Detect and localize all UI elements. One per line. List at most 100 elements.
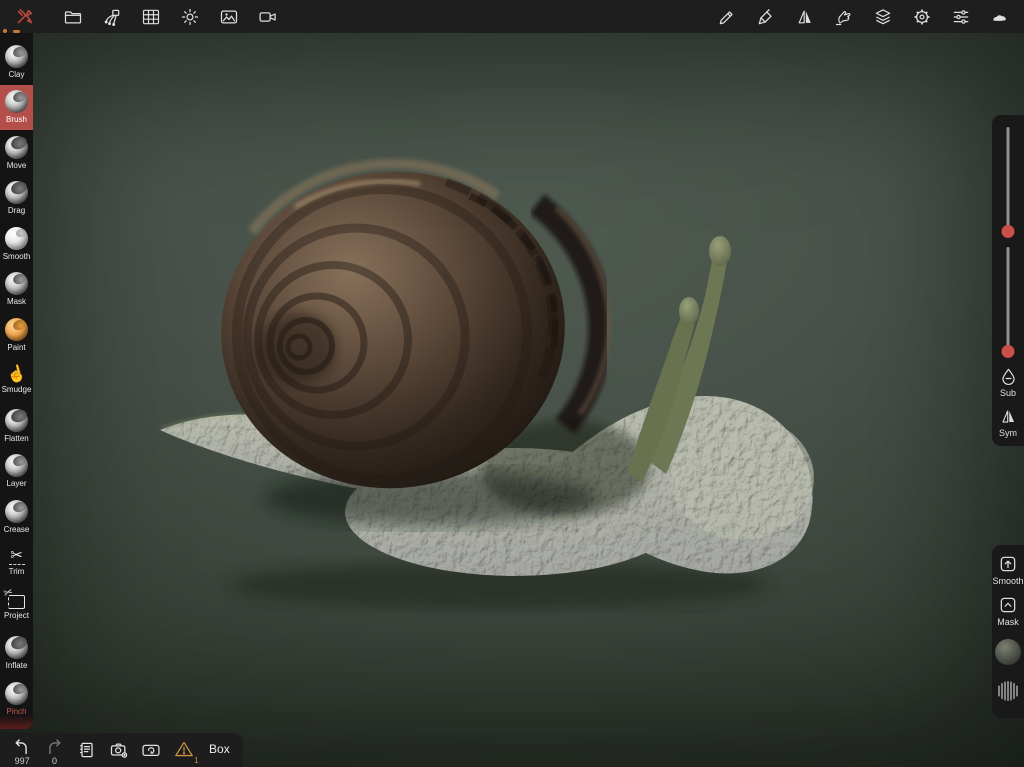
sliders-icon[interactable] <box>949 5 973 29</box>
tool-label: Trim <box>9 568 25 576</box>
tool-label: Smooth <box>3 253 31 261</box>
intensity-slider-track <box>1007 247 1010 348</box>
notification-marks <box>3 29 20 33</box>
notification-dash <box>13 30 20 33</box>
tool-layer[interactable]: Layer <box>0 449 33 495</box>
tool-label: Brush <box>6 116 27 124</box>
intensity-slider-knob[interactable] <box>1002 345 1015 358</box>
box-mode-label: Box <box>209 742 230 756</box>
layers-icon[interactable] <box>871 5 895 29</box>
camera-gear-icon <box>109 740 129 760</box>
paint-tool-icon <box>5 318 28 341</box>
undo-button[interactable]: 997 <box>6 736 38 766</box>
tool-label: Paint <box>7 344 25 352</box>
app-logo-tools-icon[interactable] <box>12 5 36 29</box>
smudge-tool-icon: ☝ <box>5 364 28 385</box>
pinch-tool-icon <box>5 682 28 705</box>
mask-shortcut-button[interactable]: Mask <box>997 595 1019 627</box>
box-up-arrow-icon <box>998 554 1018 574</box>
sym-toggle-button[interactable]: Sym <box>999 407 1018 438</box>
folder-icon[interactable] <box>61 5 85 29</box>
topbar-left-group <box>12 5 280 29</box>
hand-gesture-icon[interactable] <box>832 5 856 29</box>
tool-label: Inflate <box>6 662 28 670</box>
symmetry-icon[interactable] <box>793 5 817 29</box>
snail-model <box>0 33 1024 767</box>
tool-label: Layer <box>6 480 26 488</box>
topbar-right-group <box>715 5 1012 29</box>
paintbrush-icon[interactable] <box>754 5 778 29</box>
undo-arrow-icon <box>12 738 32 756</box>
clay-tool-icon <box>5 45 28 68</box>
brush-settings-panel: Sub Sym <box>992 115 1024 446</box>
crease-tool-icon <box>5 500 28 523</box>
redo-arrow-icon <box>44 738 64 756</box>
warning-count: 1 <box>194 756 198 765</box>
scene-graph-icon[interactable] <box>100 5 124 29</box>
top-toolbar <box>0 0 1024 33</box>
move-tool-icon <box>5 136 28 159</box>
droplet-minus-icon <box>999 367 1018 386</box>
tool-project[interactable]: ✂ Project <box>0 585 33 631</box>
tool-label: Mask <box>7 298 26 306</box>
box-mode-button[interactable]: Box <box>200 736 239 756</box>
box-caret-icon <box>998 595 1018 615</box>
environment-icon[interactable] <box>988 5 1012 29</box>
smooth-shortcut-label: Smooth <box>992 577 1023 586</box>
warning-triangle-icon <box>174 740 194 758</box>
tool-crease[interactable]: Crease <box>0 494 33 540</box>
notebook-icon <box>77 740 97 760</box>
falloff-alpha-button[interactable] <box>996 678 1020 704</box>
matcap-material-button[interactable] <box>995 639 1021 665</box>
radius-slider-track <box>1007 127 1010 228</box>
tool-trim[interactable]: ✂ Trim <box>0 540 33 586</box>
redo-button[interactable]: 0 <box>38 736 70 766</box>
lighting-icon[interactable] <box>178 5 202 29</box>
tool-flatten[interactable]: Flatten <box>0 403 33 449</box>
mask-tool-icon <box>5 272 28 295</box>
stroke-options-panel: Smooth Mask <box>992 545 1024 718</box>
sub-label: Sub <box>1000 389 1016 398</box>
tool-smooth[interactable]: Smooth <box>0 221 33 267</box>
image-icon[interactable] <box>217 5 241 29</box>
camera-view-button[interactable] <box>135 736 167 760</box>
camera-settings-button[interactable] <box>103 736 135 760</box>
warning-button[interactable]: 1 <box>167 736 199 761</box>
layer-tool-icon <box>5 454 28 477</box>
settings-gear-icon[interactable] <box>910 5 934 29</box>
tool-label: Project <box>4 612 29 620</box>
symmetry-small-icon <box>999 407 1018 426</box>
tool-smudge[interactable]: ☝ Smudge <box>0 358 33 404</box>
tool-label: Pinch <box>6 708 26 716</box>
tool-paint[interactable]: Paint <box>0 312 33 358</box>
video-camera-icon[interactable] <box>256 5 280 29</box>
drag-tool-icon <box>5 181 28 204</box>
sub-toggle-button[interactable]: Sub <box>999 367 1018 398</box>
project-tool-icon: ✂ <box>8 595 25 609</box>
notes-button[interactable] <box>71 736 103 760</box>
viewport-3d[interactable] <box>0 33 1024 767</box>
mask-shortcut-label: Mask <box>997 618 1019 627</box>
notification-dot <box>3 29 7 33</box>
warning-wrap: 1 <box>174 740 194 761</box>
smooth-shortcut-button[interactable]: Smooth <box>992 554 1023 586</box>
inflate-tool-icon <box>5 636 28 659</box>
camera-rotate-icon <box>141 740 161 760</box>
tool-mask[interactable]: Mask <box>0 267 33 313</box>
tool-drag[interactable]: Drag <box>0 176 33 222</box>
tool-pinch[interactable]: Pinch <box>0 676 33 722</box>
tool-move[interactable]: Move <box>0 130 33 176</box>
tool-clay[interactable]: Clay <box>0 39 33 85</box>
radius-slider[interactable] <box>992 127 1024 238</box>
intensity-slider[interactable] <box>992 247 1024 358</box>
tool-label: Flatten <box>4 435 28 443</box>
grid-icon[interactable] <box>139 5 163 29</box>
radius-slider-knob[interactable] <box>1002 225 1015 238</box>
undo-count: 997 <box>15 757 30 766</box>
trim-tool-icon: ✂ <box>9 548 25 565</box>
tool-inflate[interactable]: Inflate <box>0 631 33 677</box>
sym-label: Sym <box>999 429 1017 438</box>
tool-label: Smudge <box>2 386 32 394</box>
tool-brush[interactable]: Brush <box>0 85 33 131</box>
pencil-icon[interactable] <box>715 5 739 29</box>
